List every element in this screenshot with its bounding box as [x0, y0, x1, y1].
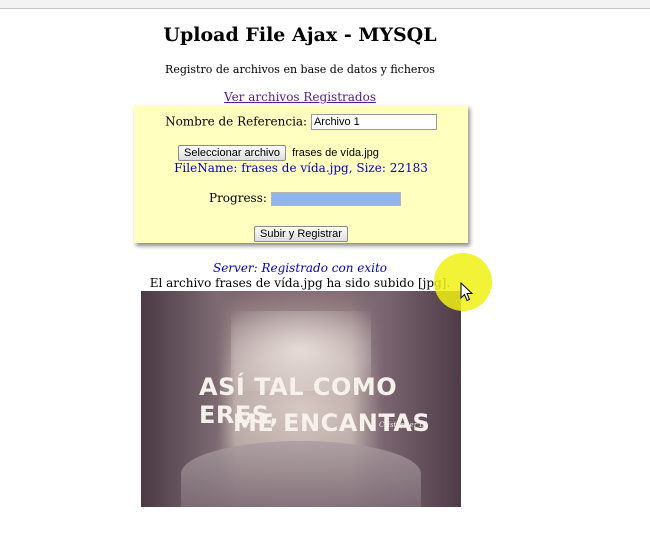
reference-input[interactable]: [310, 114, 437, 130]
file-picker-row: Seleccionar archivo frases de vída.jpg: [178, 145, 379, 161]
progress-bar-fill: [271, 192, 400, 205]
image-signature: Cristopher Dj: [379, 421, 428, 429]
reference-row: Nombre de Referencia:: [134, 114, 468, 130]
mouse-pointer-icon: [460, 282, 474, 302]
selected-file-name: frases de vída.jpg: [292, 147, 379, 159]
server-message: Server: Registrado con exito: [212, 261, 388, 275]
image-river: [181, 441, 421, 507]
progress-row: Progress:: [209, 191, 401, 206]
browser-top-edge: [0, 0, 650, 9]
submit-register-button[interactable]: Subir y Registrar: [254, 226, 348, 242]
select-file-button[interactable]: Seleccionar archivo: [178, 145, 286, 161]
page-title: Upload File Ajax - MYSQL: [163, 24, 437, 46]
upload-form-panel: Nombre de Referencia: Seleccionar archiv…: [134, 105, 468, 243]
view-registered-files-link[interactable]: Ver archivos Registrados: [0, 90, 600, 104]
submit-row: Subir y Registrar: [134, 222, 468, 242]
upload-status-message: El archivo frases de vída.jpg ha sido su…: [149, 276, 451, 290]
page-subtitle: Registro de archivos en base de datos y …: [165, 63, 435, 76]
file-info-text: FileName: frases de vída.jpg, Size: 2218…: [174, 161, 428, 175]
progress-label: Progress:: [209, 191, 267, 205]
reference-label: Nombre de Referencia:: [165, 114, 308, 129]
uploaded-image-preview: ASÍ TAL COMO ERES, ME ENCANTAS Cristophe…: [141, 291, 461, 507]
progress-bar: [270, 191, 401, 206]
